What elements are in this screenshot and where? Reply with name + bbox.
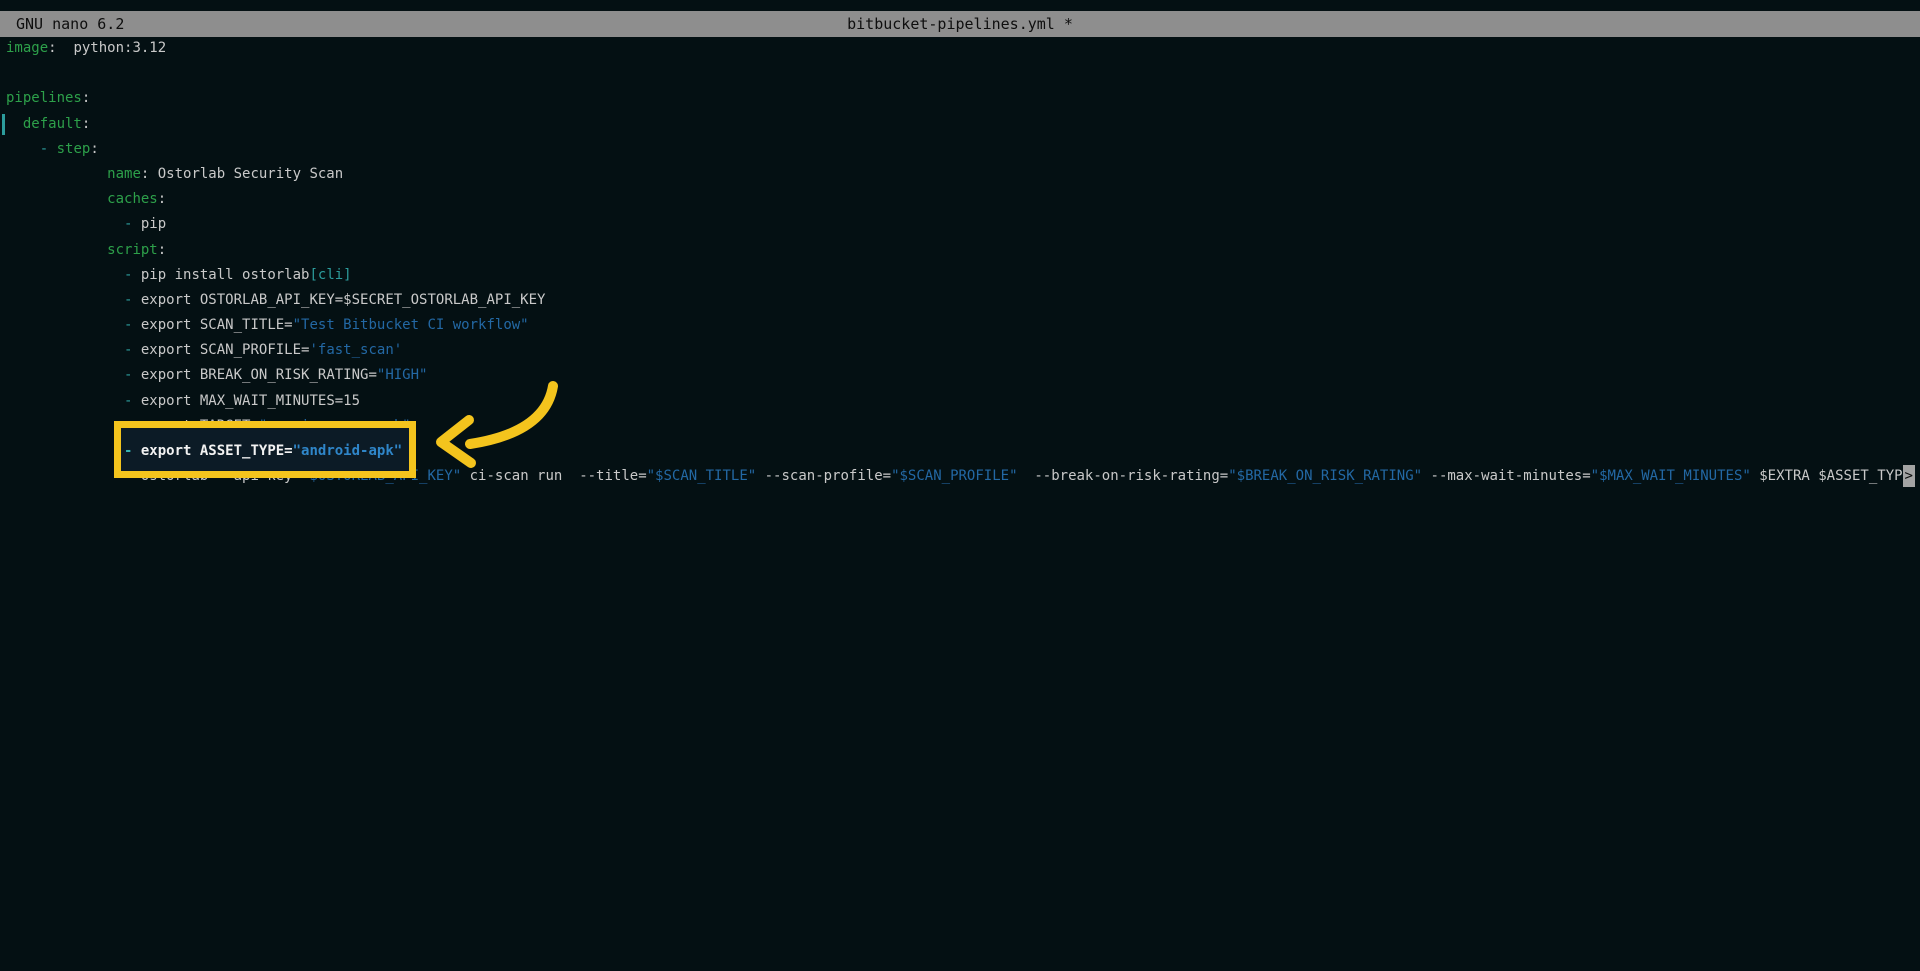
arrow-shaft <box>465 381 558 449</box>
code-segment: script <box>107 241 158 258</box>
code-line: caches: <box>0 187 1920 212</box>
code-segment: "$SCAN_PROFILE" <box>891 468 1018 485</box>
code-segment: step <box>56 140 91 157</box>
code-segment: pip install ostorlab <box>132 266 310 283</box>
code-segment: : Ostorlab Security Scan <box>140 165 344 182</box>
file-title: bitbucket-pipelines.yml * <box>847 15 1073 33</box>
code-segment: export SCAN_PROFILE= <box>132 342 310 359</box>
code-segment: "android-apk" <box>292 443 403 459</box>
code-segment: --scan-profile= <box>756 468 892 485</box>
annotation-arrow-icon <box>436 381 558 468</box>
code-line: - export SCAN_TITLE="Test Bitbucket CI w… <box>0 313 1920 338</box>
code-segment: caches <box>107 191 158 208</box>
line-continuation-marker: > <box>1902 465 1915 488</box>
code-segment: export SCAN_TITLE= <box>132 317 293 334</box>
code-segment: "HIGH" <box>376 367 428 384</box>
code-segment: : <box>81 115 91 132</box>
code-line: - step: <box>0 137 1920 162</box>
code-segment: "$MAX_WAIT_MINUTES" <box>1590 468 1751 485</box>
code-segment: : python:3.12 <box>48 40 167 56</box>
code-segment: pip <box>132 216 167 233</box>
code-segment: - <box>39 140 49 157</box>
code-segment: : <box>81 90 91 107</box>
code-line: image: python:3.12 <box>0 36 1920 61</box>
code-segment: "$SCAN_TITLE" <box>646 468 757 485</box>
code-segment: "Test Bitbucket CI workflow" <box>292 317 529 334</box>
code-segment: pipelines <box>6 90 82 107</box>
code-segment: --break-on-risk-rating= <box>1017 468 1229 485</box>
code-segment: export BREAK_ON_RISK_RATING= <box>132 367 377 384</box>
code-line: - export BREAK_ON_RISK_RATING="HIGH" <box>0 363 1920 388</box>
code-segment: 'fast_scan' <box>309 342 403 359</box>
code-segment: : <box>157 191 167 208</box>
code-segment: export MAX_WAIT_MINUTES=15 <box>132 392 361 409</box>
code-segment: name <box>107 165 141 182</box>
code-line: - pip install ostorlab[cli] <box>0 263 1920 288</box>
code-line: - export MAX_WAIT_MINUTES=15 <box>0 389 1920 414</box>
cursor-indicator <box>2 113 5 135</box>
code-line: - pip <box>0 212 1920 237</box>
code-line: default: <box>0 112 1920 137</box>
code-segment: image <box>6 40 49 56</box>
code-line: - export SCAN_PROFILE='fast_scan' <box>0 338 1920 363</box>
code-segment: $EXTRA $ASSET_TYP <box>1750 468 1903 485</box>
nano-title-bar: GNU nano 6.2 bitbucket-pipelines.yml * <box>0 11 1920 37</box>
code-segment: : <box>90 140 99 157</box>
code-segment: export ASSET_TYPE= <box>132 443 293 459</box>
code-segment: --max-wait-minutes= <box>1422 468 1591 485</box>
code-segment: "$BREAK_ON_RISK_RATING" <box>1228 468 1423 485</box>
code-line: - export OSTORLAB_API_KEY=$SECRET_OSTORL… <box>0 288 1920 313</box>
highlighted-code-line: - export ASSET_TYPE="android-apk" <box>0 439 1920 464</box>
code-segment: [cli] <box>309 266 352 283</box>
code-line: script: <box>0 238 1920 263</box>
code-segment: : <box>157 241 167 258</box>
code-segment: default <box>22 115 82 132</box>
code-line: pipelines: <box>0 86 1920 111</box>
code-segment: export OSTORLAB_API_KEY=$SECRET_OSTORLAB… <box>132 291 546 308</box>
code-line: name: Ostorlab Security Scan <box>0 162 1920 187</box>
